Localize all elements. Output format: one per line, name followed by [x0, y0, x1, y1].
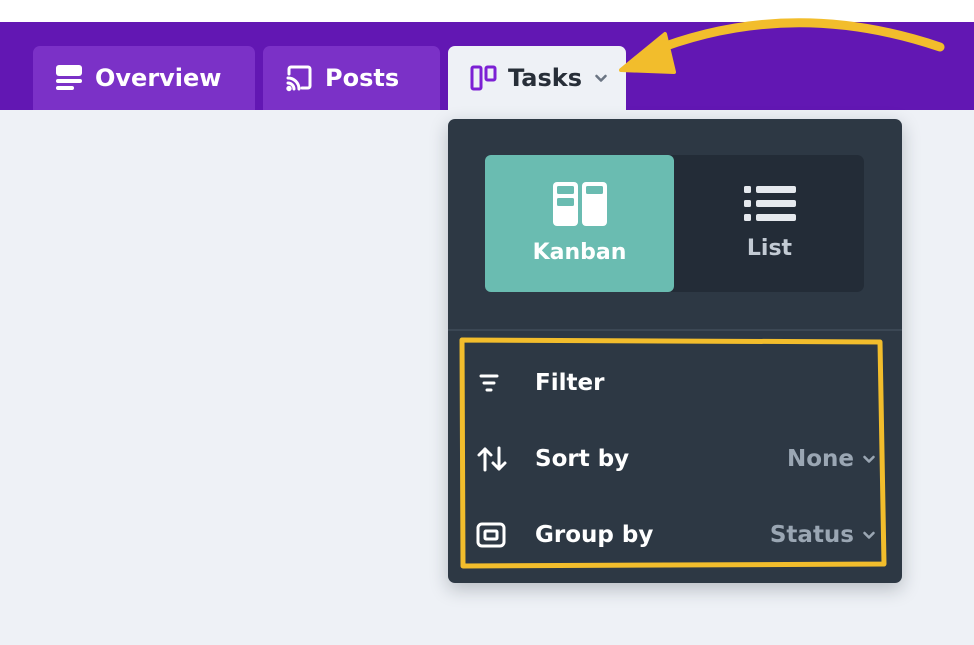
rss-feed-icon — [286, 65, 312, 92]
kanban-board-icon — [552, 182, 607, 226]
tab-overview[interactable]: Overview — [33, 46, 255, 110]
sort-arrows-icon — [477, 446, 507, 472]
tasks-view-dropdown: Kanban List Filter Sort by None Group by… — [448, 119, 902, 583]
sort-by-value[interactable]: None — [787, 446, 876, 472]
kanban-columns-icon — [470, 65, 497, 91]
list-icon — [743, 186, 796, 221]
list-view-label: List — [746, 236, 793, 261]
filter-label: Filter — [535, 370, 605, 396]
tab-overview-label: Overview — [95, 64, 222, 92]
tab-tasks[interactable]: Tasks — [448, 46, 626, 110]
group-by-label: Group by — [535, 522, 654, 548]
kanban-view-button[interactable]: Kanban — [485, 155, 674, 292]
list-view-button[interactable]: List — [675, 155, 864, 292]
group-by-value[interactable]: Status — [770, 522, 876, 548]
group-by-menu-item[interactable]: Group by Status — [476, 509, 876, 561]
chevron-down-icon — [595, 74, 607, 82]
tab-tasks-label: Tasks — [508, 64, 583, 92]
chevron-down-icon — [863, 531, 875, 539]
overview-list-icon — [56, 65, 82, 90]
sort-by-menu-item[interactable]: Sort by None — [476, 433, 876, 485]
dropdown-divider — [448, 329, 902, 331]
sort-by-label: Sort by — [535, 446, 630, 472]
tab-posts-label: Posts — [325, 64, 400, 92]
group-by-value-text: Status — [769, 522, 854, 548]
filter-lines-icon — [479, 374, 499, 392]
top-strip — [0, 0, 974, 22]
group-box-icon — [476, 522, 506, 548]
view-toggle: Kanban List — [485, 155, 864, 292]
tab-posts[interactable]: Posts — [263, 46, 440, 110]
kanban-view-label: Kanban — [532, 240, 627, 265]
filter-menu-item[interactable]: Filter — [476, 357, 876, 409]
sort-by-value-text: None — [786, 446, 854, 472]
chevron-down-icon — [863, 455, 875, 463]
